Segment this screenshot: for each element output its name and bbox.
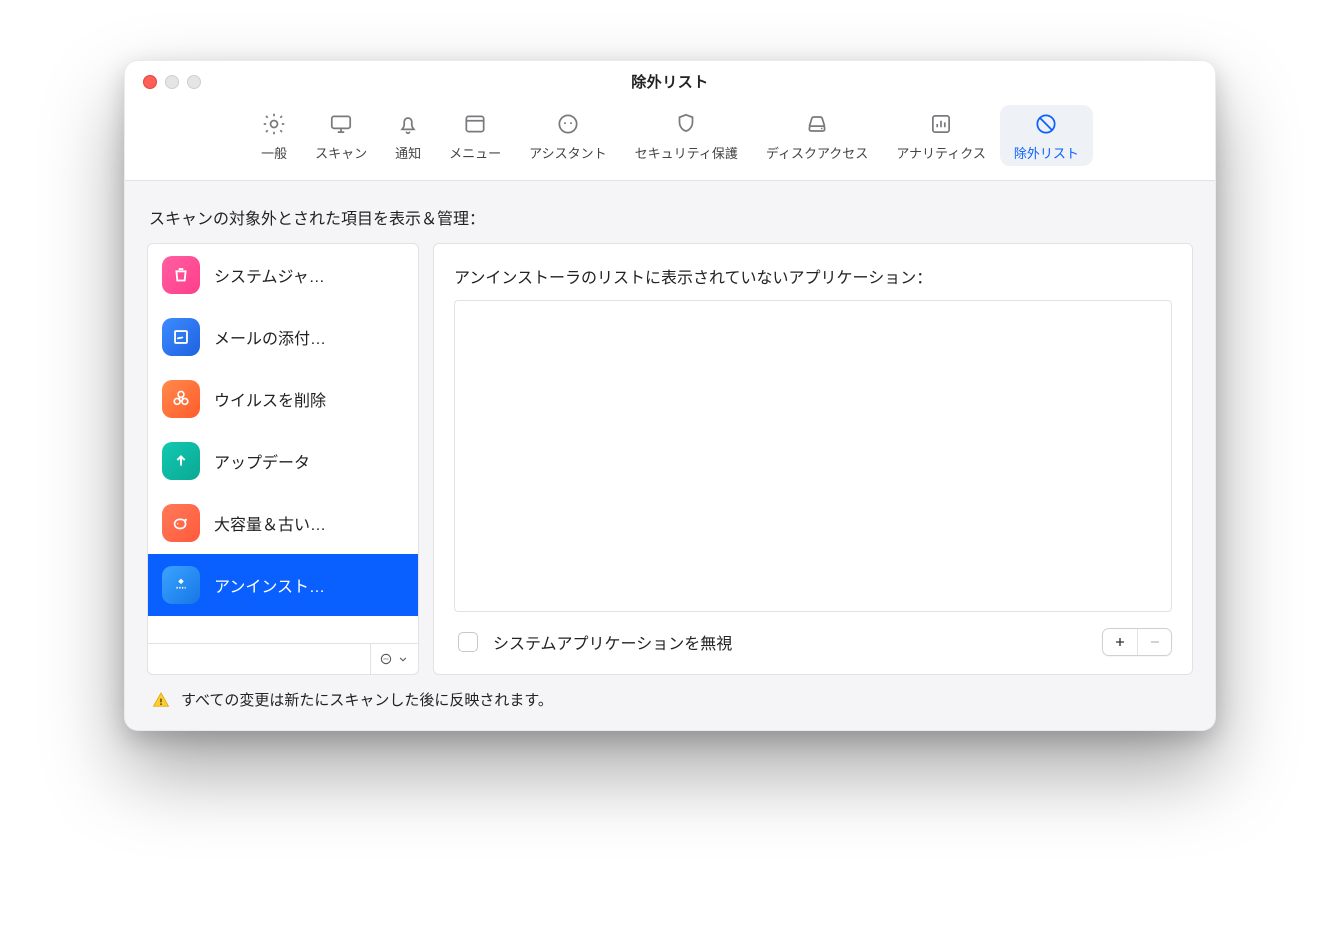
tab-label: スキャン: [315, 143, 367, 162]
sidebar-item-uninstaller[interactable]: アンインスト…: [148, 554, 418, 616]
menubar-icon: [462, 111, 488, 137]
warning-icon: [151, 690, 171, 710]
sidebar-options-dropdown[interactable]: [370, 644, 418, 674]
monitor-icon: [328, 111, 354, 137]
tab-label: 一般: [261, 143, 287, 162]
ignore-system-apps-checkbox[interactable]: [458, 632, 478, 652]
tab-label: ディスクアクセス: [766, 143, 868, 162]
remove-button[interactable]: [1137, 629, 1171, 655]
bell-icon: [395, 111, 421, 137]
module-sidebar: システムジャ… メールの添付… ウイルスを削除: [147, 243, 419, 675]
sidebar-footer: [148, 643, 418, 674]
content-area: スキャンの対象外とされた項目を表示＆管理： システムジャ… メ: [125, 181, 1215, 730]
tab-general[interactable]: 一般: [247, 105, 301, 166]
apps-icon: [162, 566, 200, 604]
sidebar-item-updater[interactable]: アップデータ: [148, 430, 418, 492]
tab-label: アナリティクス: [896, 143, 986, 162]
ignore-system-apps-label[interactable]: システムアプリケーションを無視: [493, 630, 732, 654]
shield-icon: [673, 111, 699, 137]
tab-label: セキュリティ保護: [635, 143, 738, 162]
sidebar-item-large-old[interactable]: 大容量＆古い…: [148, 492, 418, 554]
tab-assistant[interactable]: アシスタント: [515, 105, 620, 166]
disk-icon: [804, 111, 830, 137]
sidebar-item-mail-attachments[interactable]: メールの添付…: [148, 306, 418, 368]
detail-pane: アンインストーラのリストに表示されていないアプリケーション： システムアプリケー…: [433, 243, 1193, 675]
sidebar-item-label: メールの添付…: [214, 325, 326, 349]
prohibit-icon: [1033, 111, 1059, 137]
sidebar-item-label: アップデータ: [214, 449, 310, 473]
columns: システムジャ… メールの添付… ウイルスを削除: [147, 243, 1193, 675]
detail-footer: システムアプリケーションを無視: [454, 628, 1172, 656]
sidebar-item-system-junk[interactable]: システムジャ…: [148, 244, 418, 306]
tab-label: アシスタント: [529, 143, 606, 162]
tab-label: 通知: [395, 143, 421, 162]
zoom-window-button[interactable]: [187, 75, 201, 89]
tab-label: 除外リスト: [1014, 143, 1079, 162]
sidebar-item-label: ウイルスを削除: [214, 387, 326, 411]
bar-chart-icon: [928, 111, 954, 137]
tab-analytics[interactable]: アナリティクス: [882, 105, 1000, 166]
tab-scan[interactable]: スキャン: [301, 105, 381, 166]
add-button[interactable]: [1103, 629, 1137, 655]
window-title: 除外リスト: [631, 71, 709, 92]
tab-menu[interactable]: メニュー: [435, 105, 515, 166]
page-heading: スキャンの対象外とされた項目を表示＆管理：: [149, 205, 1191, 229]
sidebar-item-malware[interactable]: ウイルスを削除: [148, 368, 418, 430]
tab-label: メニュー: [449, 143, 501, 162]
sidebar-filter-input[interactable]: [148, 645, 370, 673]
window-controls: [143, 75, 201, 89]
tab-ignore-list[interactable]: 除外リスト: [1000, 105, 1093, 166]
chevron-down-icon: [396, 652, 410, 666]
ellipsis-icon: [379, 652, 393, 666]
tab-disk-access[interactable]: ディスクアクセス: [752, 105, 882, 166]
exclusion-list[interactable]: [454, 300, 1172, 612]
footer-notice: すべての変更は新たにスキャンした後に反映されます。: [147, 675, 1193, 714]
module-list: システムジャ… メールの添付… ウイルスを削除: [148, 244, 418, 643]
gear-icon: [261, 111, 287, 137]
footer-notice-text: すべての変更は新たにスキャンした後に反映されます。: [181, 689, 553, 710]
titlebar: 除外リスト: [125, 61, 1215, 101]
arrow-up-icon: [162, 442, 200, 480]
whale-icon: [162, 504, 200, 542]
tab-security[interactable]: セキュリティ保護: [621, 105, 752, 166]
stamp-icon: [162, 318, 200, 356]
tab-notifications[interactable]: 通知: [381, 105, 435, 166]
detail-heading: アンインストーラのリストに表示されていないアプリケーション：: [454, 264, 1172, 288]
preferences-toolbar: 一般 スキャン 通知 メニュー アシスタント セキュリティ保護 ディスクアクセス: [125, 101, 1215, 181]
sidebar-item-label: アンインスト…: [214, 573, 325, 597]
trash-icon: [162, 256, 200, 294]
minus-icon: [1147, 634, 1163, 650]
biohazard-icon: [162, 380, 200, 418]
minimize-window-button[interactable]: [165, 75, 179, 89]
add-remove-segment: [1102, 628, 1172, 656]
sidebar-item-label: システムジャ…: [214, 263, 325, 287]
plus-icon: [1112, 634, 1128, 650]
close-window-button[interactable]: [143, 75, 157, 89]
sidebar-item-label: 大容量＆古い…: [214, 511, 326, 535]
face-icon: [555, 111, 581, 137]
preferences-window: 除外リスト 一般 スキャン 通知 メニュー アシスタント セキュリティ保護: [124, 60, 1216, 731]
